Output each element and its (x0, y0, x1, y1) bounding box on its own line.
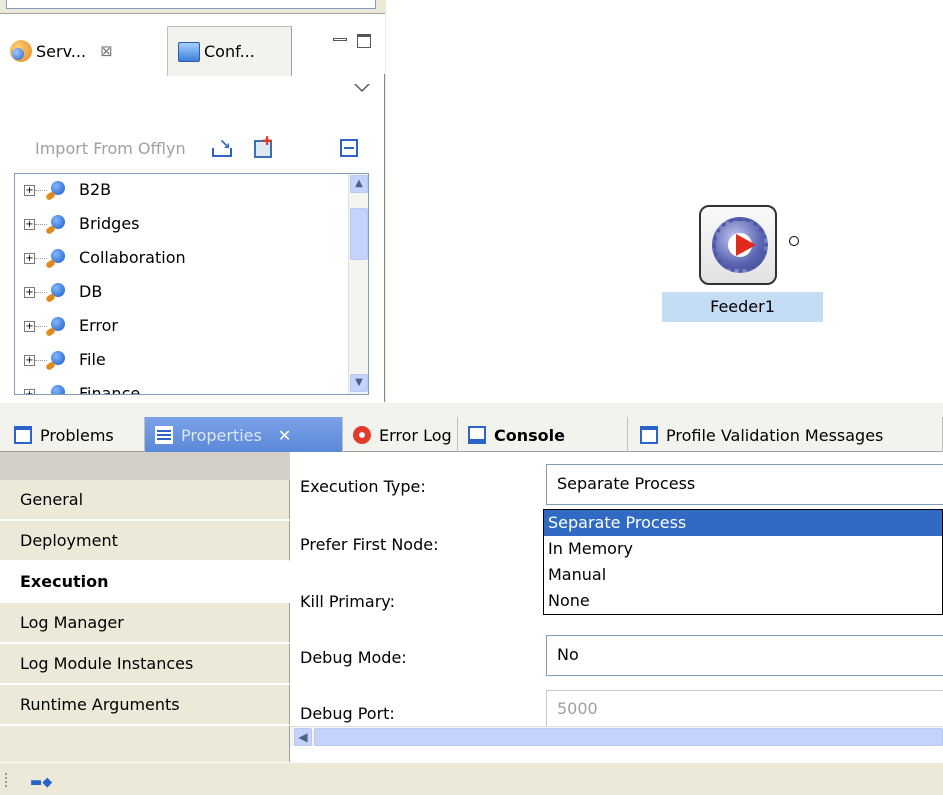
kill-primary-label: Kill Primary: (300, 592, 395, 611)
tab-error-log[interactable]: Error Log (343, 417, 458, 453)
scroll-up-icon[interactable]: ▲ (350, 175, 368, 193)
tab-problems-label: Problems (40, 425, 114, 445)
component-label[interactable]: Feeder1 (662, 292, 823, 322)
properties-icon (155, 426, 173, 444)
tab-services-label: Serv... (36, 41, 87, 61)
sidebar-item-deployment[interactable]: Deployment (0, 521, 290, 561)
execution-type-label: Execution Type: (300, 477, 426, 496)
top-strip (0, 0, 385, 14)
service-node-icon (45, 215, 66, 236)
minimize-icon[interactable] (333, 38, 347, 41)
output-port[interactable] (789, 236, 799, 246)
console-icon (468, 426, 486, 444)
expand-icon[interactable]: + (24, 253, 35, 264)
tab-console-label: Console (494, 425, 565, 445)
tree-item-label: Error (79, 316, 118, 335)
dropdown-option[interactable]: In Memory (544, 536, 942, 562)
execution-type-select[interactable]: Separate Process (546, 464, 943, 505)
services-icon (10, 40, 32, 62)
debug-mode-label: Debug Mode: (300, 648, 407, 667)
expand-icon[interactable]: + (24, 287, 35, 298)
scroll-left-icon[interactable]: ◀ (294, 728, 312, 746)
tab-properties[interactable]: Properties ✕ (145, 417, 343, 453)
expand-icon[interactable]: + (24, 185, 35, 196)
import-from-offlyn-link[interactable]: Import From Offlyn (35, 139, 186, 158)
sidebar-item-log-manager[interactable]: Log Manager (0, 603, 290, 643)
error-log-icon (353, 426, 371, 444)
properties-sidebar: General Deployment Execution Log Manager… (0, 480, 290, 766)
close-icon[interactable]: ✕ (278, 426, 291, 445)
expand-icon[interactable]: + (24, 321, 35, 332)
import-icon[interactable]: ↘ (210, 136, 234, 160)
tab-error-log-label: Error Log (379, 425, 452, 445)
sidebar-item-runtime-arguments[interactable]: Runtime Arguments (0, 685, 290, 725)
scroll-thumb[interactable] (350, 208, 368, 260)
dropdown-option[interactable]: Separate Process (544, 510, 942, 536)
view-tab-bar: Serv... ⊠ Conf... (0, 14, 385, 76)
debug-port-field: 5000 (546, 690, 943, 728)
tab-profile-validation[interactable]: Profile Validation Messages (628, 417, 943, 453)
sidebar-item-execution[interactable]: Execution (0, 562, 290, 602)
expand-icon[interactable]: + (24, 389, 35, 394)
sidebar-item-general[interactable]: General (0, 480, 290, 520)
feeder-component[interactable] (699, 205, 777, 285)
properties-hscrollbar[interactable]: ◀ (290, 726, 943, 746)
feeder-gear-icon (712, 217, 768, 273)
window-icon (640, 426, 658, 444)
tree-item-label: DB (79, 282, 103, 301)
execution-type-dropdown-list[interactable]: Separate Process In Memory Manual None (543, 509, 943, 615)
service-node-icon (46, 385, 66, 394)
fast-view-icon[interactable]: ▬◆ (30, 775, 52, 790)
tree-item-label: Collaboration (79, 248, 186, 267)
scroll-thumb[interactable] (314, 728, 943, 746)
debug-mode-select[interactable]: No (546, 635, 943, 676)
service-node-icon (45, 351, 66, 372)
tree-item-label: B2B (79, 180, 112, 199)
tree-item-label: File (79, 350, 106, 369)
collapse-all-icon[interactable] (338, 136, 362, 160)
services-view: Serv... ⊠ Conf... Import From Offlyn ↘ ✚… (0, 0, 385, 402)
service-node-icon (45, 181, 66, 202)
tab-problems[interactable]: Problems (0, 417, 145, 453)
tree-item-label: Finance (79, 384, 141, 395)
tab-config[interactable]: Conf... (168, 26, 292, 76)
close-icon[interactable]: ⊠ (100, 42, 113, 60)
design-canvas[interactable]: Feeder1 (386, 0, 943, 402)
service-node-icon (45, 317, 66, 338)
sidebar-item-log-module-instances[interactable]: Log Module Instances (0, 644, 290, 684)
config-icon (178, 41, 200, 62)
grip-icon (5, 773, 7, 787)
import-new-icon[interactable]: ✚ (252, 134, 276, 160)
view-menu-icon[interactable] (354, 84, 370, 92)
tab-services[interactable]: Serv... ⊠ (0, 26, 168, 76)
service-node-icon (45, 249, 66, 270)
status-bar: ▬◆ (0, 762, 943, 795)
bottom-tab-bar: Problems Properties ✕ Error Log Console … (0, 402, 943, 453)
scroll-down-icon[interactable]: ▼ (350, 374, 368, 392)
window-icon (14, 426, 32, 444)
maximize-icon[interactable] (357, 34, 371, 48)
tab-console[interactable]: Console (458, 417, 628, 453)
expand-icon[interactable]: + (24, 219, 35, 230)
debug-port-label: Debug Port: (300, 704, 395, 723)
window-controls (333, 34, 371, 48)
tree-scrollbar[interactable]: ▲ ▼ (348, 174, 368, 394)
services-tree: + B2B + Bridges + Collaboration + DB + E… (14, 173, 369, 395)
service-node-icon (45, 283, 66, 304)
dropdown-option[interactable]: Manual (544, 562, 942, 588)
tab-properties-label: Properties (181, 425, 262, 445)
prefer-first-node-label: Prefer First Node: (300, 535, 439, 554)
tab-profile-validation-label: Profile Validation Messages (666, 425, 884, 445)
expand-icon[interactable]: + (24, 355, 35, 366)
tree-item-label: Bridges (79, 214, 140, 233)
dropdown-option[interactable]: None (544, 588, 942, 614)
tab-config-label: Conf... (204, 42, 255, 61)
import-toolbar: Import From Offlyn ↘ ✚ (0, 130, 385, 166)
